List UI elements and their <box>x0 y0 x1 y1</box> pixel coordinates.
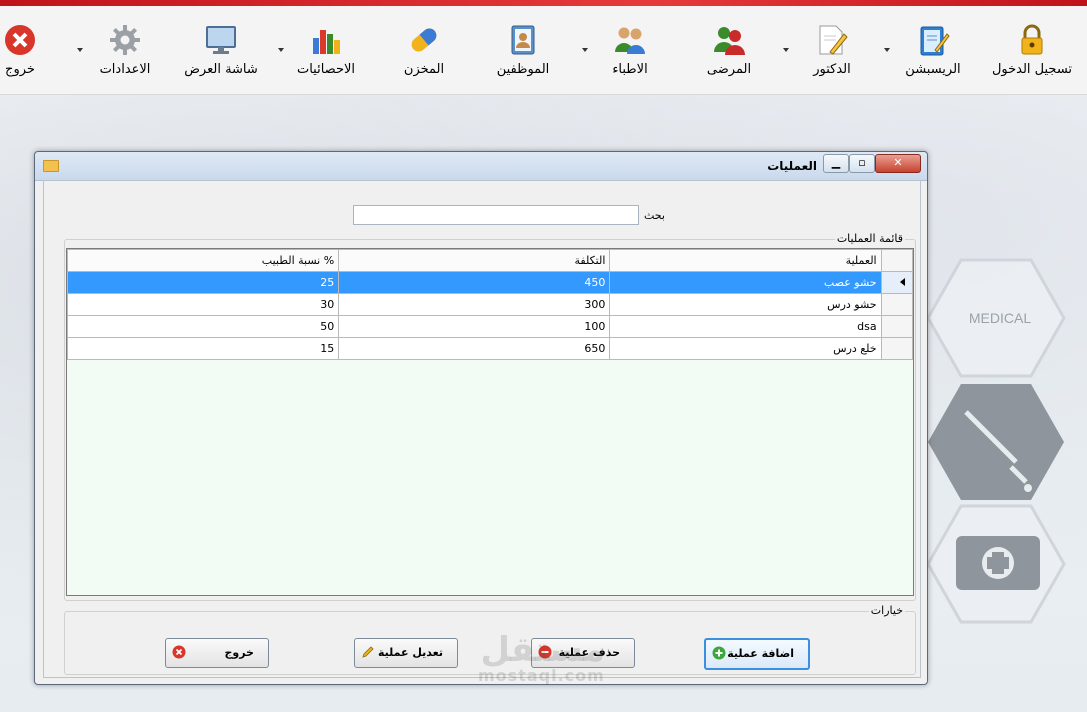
operations-window: العمليات ▁ ▫ ✕ بحث قائمة العمليات نسبة ا… <box>34 151 928 685</box>
lock-icon <box>1014 22 1050 58</box>
edit-operation-button[interactable]: تعديل عملية <box>354 638 458 668</box>
display-screen-label: شاشة العرض <box>184 62 258 77</box>
cell-cost[interactable]: 100 <box>338 315 611 338</box>
column-header-cost[interactable]: التكلفة <box>338 249 611 272</box>
cell-doctor-pct[interactable]: 15 <box>67 337 340 360</box>
row-header-corner <box>880 249 913 272</box>
watermark: مستقل mostaql.com <box>478 630 605 685</box>
window-client: بحث قائمة العمليات نسبة الطبيب % التكلفة… <box>43 180 921 678</box>
doctors-icon <box>612 22 648 58</box>
options-title: خيارات <box>868 604 905 617</box>
table-row[interactable]: 15 650 خلع درس <box>67 337 913 360</box>
monitor-icon <box>203 22 239 58</box>
column-header-doctor-pct[interactable]: نسبة الطبيب % <box>67 249 340 272</box>
minimize-button[interactable]: ▁ <box>823 154 849 173</box>
medical-text: MEDICAL <box>969 310 1031 326</box>
row-header[interactable] <box>880 315 913 338</box>
chevron-down-icon[interactable] <box>278 48 284 52</box>
window-titlebar[interactable]: العمليات ▁ ▫ ✕ <box>35 152 927 181</box>
watermark-arabic: مستقل <box>480 630 605 670</box>
cell-doctor-pct[interactable]: 50 <box>67 315 340 338</box>
close-circle-icon <box>2 22 38 58</box>
table-header-row: نسبة الطبيب % التكلفة العملية <box>67 249 913 272</box>
patients-button[interactable]: المرضى <box>698 14 760 86</box>
patients-icon <box>711 22 747 58</box>
exit-label: خروج <box>5 62 35 77</box>
table-row[interactable]: 25 450 حشو عصب <box>67 271 913 294</box>
add-operation-button[interactable]: اضافة عملية <box>704 638 810 670</box>
main-toolbar: تسجيل الدخول الريسبشن الدكتور المرضى الا… <box>0 6 1087 95</box>
operations-table: نسبة الطبيب % التكلفة العملية 25 450 حشو… <box>67 249 913 360</box>
watermark-latin: mostaql.com <box>478 666 605 685</box>
table-row[interactable]: 50 100 dsa <box>67 315 913 338</box>
pill-icon <box>406 22 442 58</box>
medkit-hexagon <box>926 504 1066 624</box>
cell-doctor-pct[interactable]: 30 <box>67 293 340 316</box>
employees-button[interactable]: الموظفين <box>490 14 556 86</box>
exit-window-button[interactable]: خروج <box>165 638 269 668</box>
chevron-down-icon[interactable] <box>884 48 890 52</box>
table-row[interactable]: 30 300 حشو درس <box>67 293 913 316</box>
search-input[interactable] <box>353 205 639 225</box>
row-header[interactable] <box>880 293 913 316</box>
close-icon: ✕ <box>893 156 903 169</box>
settings-label: الاعدادات <box>99 62 151 77</box>
folder-icon <box>43 160 59 172</box>
display-screen-button[interactable]: شاشة العرض <box>182 14 260 86</box>
gear-icon <box>107 22 143 58</box>
pencil-icon <box>362 646 374 658</box>
doctor-button[interactable]: الدكتور <box>800 14 864 86</box>
doctors-button[interactable]: الاطباء <box>598 14 662 86</box>
operations-list-title: قائمة العمليات <box>834 232 905 245</box>
cell-cost[interactable]: 650 <box>338 337 611 360</box>
chevron-down-icon[interactable] <box>783 48 789 52</box>
notebook-icon <box>915 22 951 58</box>
maximize-button[interactable]: ▫ <box>849 154 875 173</box>
warehouse-button[interactable]: المخزن <box>398 14 450 86</box>
address-book-icon <box>505 22 541 58</box>
close-icon <box>172 645 186 659</box>
statistics-label: الاحصائيات <box>296 62 356 77</box>
cell-operation[interactable]: خلع درس <box>609 337 882 360</box>
warehouse-label: المخزن <box>403 62 445 77</box>
add-operation-label: اضافة عملية <box>727 647 794 660</box>
current-row-arrow-icon <box>900 278 905 286</box>
row-header[interactable] <box>880 337 913 360</box>
patients-label: المرضى <box>706 62 752 77</box>
row-header[interactable] <box>880 271 913 294</box>
reception-label: الريسبشن <box>905 62 961 77</box>
edit-operation-label: تعديل عملية <box>377 646 443 659</box>
medical-hexagon: MEDICAL <box>926 258 1066 378</box>
employees-label: الموظفين <box>496 62 550 77</box>
cell-operation[interactable]: حشو درس <box>609 293 882 316</box>
settings-button[interactable]: الاعدادات <box>96 14 154 86</box>
cell-cost[interactable]: 300 <box>338 293 611 316</box>
minimize-icon: ▁ <box>831 156 841 169</box>
cell-operation[interactable]: حشو عصب <box>609 271 882 294</box>
search-label: بحث <box>644 209 665 222</box>
cell-doctor-pct[interactable]: 25 <box>67 271 340 294</box>
syringe-hexagon <box>926 382 1066 502</box>
operations-grid[interactable]: نسبة الطبيب % التكلفة العملية 25 450 حشو… <box>66 248 914 596</box>
add-icon <box>712 646 726 660</box>
exit-button[interactable]: خروج <box>0 14 40 86</box>
chevron-down-icon[interactable] <box>77 48 83 52</box>
close-button[interactable]: ✕ <box>875 154 921 173</box>
exit-window-label: خروج <box>224 646 254 659</box>
maximize-icon: ▫ <box>858 156 866 169</box>
cell-cost[interactable]: 450 <box>338 271 611 294</box>
chevron-down-icon[interactable] <box>582 48 588 52</box>
pencil-paper-icon <box>814 22 850 58</box>
login-label: تسجيل الدخول <box>991 62 1073 77</box>
reception-button[interactable]: الريسبشن <box>898 14 968 86</box>
statistics-button[interactable]: الاحصائيات <box>292 14 360 86</box>
doctors-label: الاطباء <box>612 62 648 77</box>
login-button[interactable]: تسجيل الدخول <box>986 14 1078 86</box>
column-header-operation[interactable]: العملية <box>609 249 882 272</box>
cell-operation[interactable]: dsa <box>609 315 882 338</box>
bar-chart-icon <box>308 22 344 58</box>
doctor-label: الدكتور <box>813 62 851 77</box>
window-title: العمليات <box>767 159 817 173</box>
